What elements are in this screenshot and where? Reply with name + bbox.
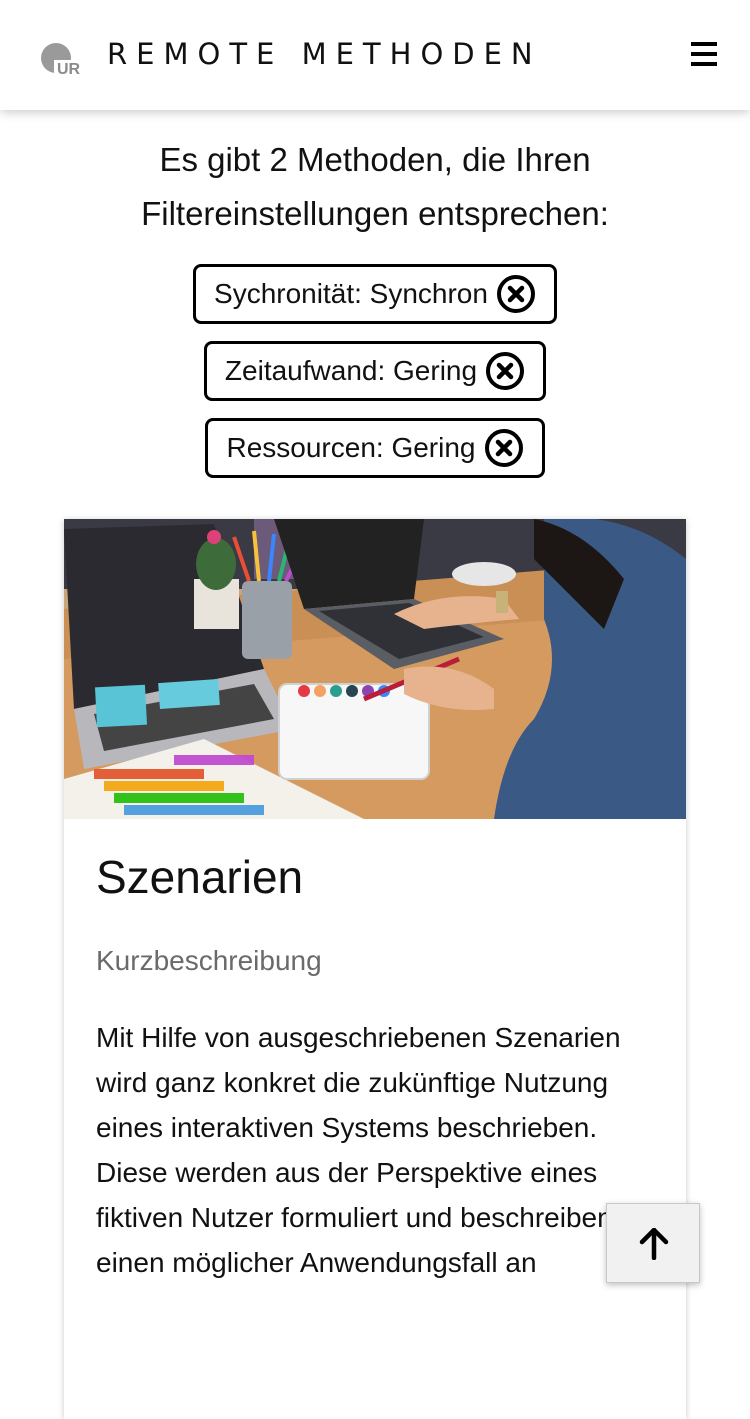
remove-circle-x-icon[interactable] — [484, 428, 524, 468]
hamburger-menu-icon[interactable] — [688, 38, 722, 70]
card-description: Mit Hilfe von ausgeschriebenen Szenarien… — [96, 1022, 621, 1278]
remove-circle-x-icon[interactable] — [496, 274, 536, 314]
card-subtitle: Kurzbeschreibung — [96, 945, 322, 976]
scroll-to-top-button[interactable] — [606, 1203, 700, 1283]
active-filters: Sychronität: Synchron Zeitaufwand: Gerin… — [0, 264, 750, 495]
remove-circle-x-icon[interactable] — [485, 351, 525, 391]
ur-logo-icon[interactable]: UR — [40, 40, 86, 76]
card-title[interactable]: Szenarien — [96, 847, 303, 907]
logo-text: UR — [57, 61, 81, 76]
filter-chip-zeitaufwand[interactable]: Zeitaufwand: Gering — [203, 341, 547, 401]
results-summary: Es gibt 2 Methoden, die Ihren Filtereins… — [141, 141, 609, 232]
arrow-up-icon — [639, 1228, 669, 1260]
filter-chip-synchronitaet[interactable]: Sychronität: Synchron — [193, 264, 557, 324]
filter-chip-label: Ressourcen: Gering — [226, 432, 476, 463]
filter-chip-label: Sychronität: Synchron — [214, 278, 488, 309]
filter-chip-ressourcen[interactable]: Ressourcen: Gering — [205, 418, 545, 478]
app-header: UR REMOTE METHODEN — [0, 0, 750, 110]
method-card-szenarien[interactable]: Szenarien Kurzbeschreibung Mit Hilfe von… — [64, 519, 686, 1419]
site-title[interactable]: REMOTE METHODEN — [107, 34, 542, 74]
filter-chip-label: Zeitaufwand: Gering — [224, 355, 478, 386]
card-photo[interactable] — [64, 519, 686, 819]
